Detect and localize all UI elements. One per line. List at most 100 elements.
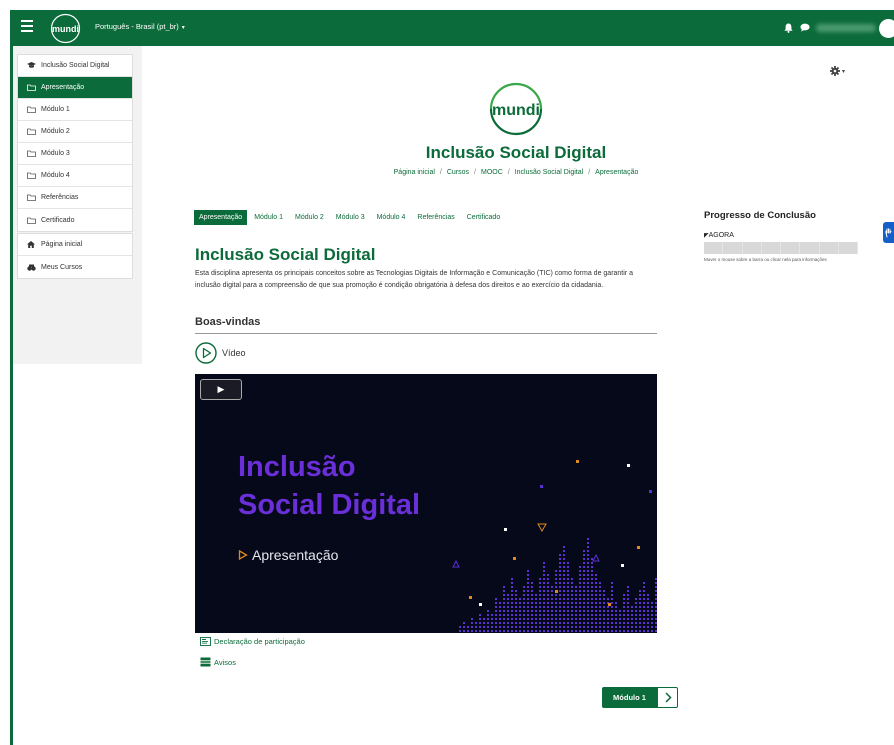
pattern-dot xyxy=(463,630,465,632)
breadcrumb-item-course[interactable]: Inclusão Social Digital xyxy=(515,169,583,176)
tab-modulo-3[interactable]: Módulo 3 xyxy=(331,210,370,225)
link-avisos[interactable]: Avisos xyxy=(200,657,236,667)
pattern-dot xyxy=(547,598,549,600)
pattern-dot xyxy=(655,626,657,628)
progress-segment[interactable] xyxy=(839,242,858,254)
drawer-item-modulo-3[interactable]: Módulo 3 xyxy=(18,143,132,165)
progress-segment[interactable] xyxy=(820,242,839,254)
pattern-dot xyxy=(587,586,589,588)
pattern-dot xyxy=(599,602,601,604)
drawer-item-modulo-4[interactable]: Módulo 4 xyxy=(18,165,132,187)
pattern-dot xyxy=(539,626,541,628)
pattern-dot xyxy=(547,614,549,616)
pattern-dot xyxy=(587,542,589,544)
drawer-item-course[interactable]: Inclusão Social Digital xyxy=(18,55,132,77)
pattern-dot xyxy=(615,602,617,604)
pattern-dot xyxy=(559,598,561,600)
video-player[interactable]: Inclusão Social Digital Apresentação ▶ xyxy=(195,374,657,633)
pattern-dot xyxy=(571,618,573,620)
breadcrumb-item-apresentacao[interactable]: Apresentação xyxy=(595,169,638,176)
hamburger-menu-icon[interactable] xyxy=(21,20,33,34)
pattern-dot xyxy=(511,622,513,624)
pattern-dot xyxy=(535,618,537,620)
pattern-dot xyxy=(643,598,645,600)
drawer-item-meus-cursos[interactable]: Meus Cursos xyxy=(18,256,132,278)
pattern-dot xyxy=(511,602,513,604)
pattern-dot xyxy=(583,614,585,616)
drawer-item-pagina-inicial[interactable]: Página inicial xyxy=(18,234,132,256)
pattern-dot xyxy=(499,618,501,620)
pattern-dot xyxy=(523,626,525,628)
accessibility-widget-button[interactable] xyxy=(883,222,894,243)
pattern-dot xyxy=(515,606,517,608)
pattern-dot xyxy=(547,618,549,620)
pattern-dot xyxy=(631,630,633,632)
drawer-item-certificado[interactable]: Certificado xyxy=(18,209,132,231)
play-button[interactable]: ▶ xyxy=(200,379,242,400)
pattern-dot xyxy=(511,582,513,584)
course-settings-menu[interactable]: ▾ xyxy=(830,66,845,76)
next-section-button[interactable]: Módulo 1 xyxy=(602,687,678,708)
pattern-dot xyxy=(623,626,625,628)
progress-segment[interactable] xyxy=(743,242,762,254)
drawer-item-modulo-1[interactable]: Módulo 1 xyxy=(18,99,132,121)
progress-segment[interactable] xyxy=(762,242,781,254)
mundi-logo-icon[interactable]: mundi xyxy=(50,13,81,44)
language-menu[interactable]: Português - Brasil (pt_br) ▾ xyxy=(95,22,185,31)
tab-referencias[interactable]: Referências xyxy=(412,210,459,225)
breadcrumb-item-cursos[interactable]: Cursos xyxy=(447,169,469,176)
tab-modulo-1[interactable]: Módulo 1 xyxy=(249,210,288,225)
pattern-dot xyxy=(551,622,553,624)
completion-progress-bar[interactable] xyxy=(704,242,858,254)
pattern-accent-dot xyxy=(513,557,516,560)
pattern-dot xyxy=(559,566,561,568)
breadcrumb-item-mooc[interactable]: MOOC xyxy=(481,169,503,176)
drawer-item-referencias[interactable]: Referências xyxy=(18,187,132,209)
pattern-dot xyxy=(655,594,657,596)
pattern-dot xyxy=(555,602,557,604)
pattern-dot xyxy=(467,626,469,628)
pattern-dot xyxy=(583,578,585,580)
pattern-dot xyxy=(515,602,517,604)
pattern-dot xyxy=(639,622,641,624)
pattern-dot xyxy=(611,598,613,600)
pattern-dot xyxy=(559,562,561,564)
pattern-dot xyxy=(647,622,649,624)
pattern-dot xyxy=(587,554,589,556)
tab-modulo-2[interactable]: Módulo 2 xyxy=(290,210,329,225)
pattern-dot xyxy=(623,594,625,596)
progress-segment[interactable] xyxy=(704,242,724,254)
tab-certificado[interactable]: Certificado xyxy=(462,210,505,225)
pattern-dot xyxy=(623,618,625,620)
breadcrumb-item-home[interactable]: Página inicial xyxy=(394,169,435,176)
pattern-dot xyxy=(563,626,565,628)
pattern-dot xyxy=(535,598,537,600)
pattern-dot xyxy=(647,618,649,620)
user-avatar[interactable] xyxy=(879,19,894,38)
pattern-dot xyxy=(595,586,597,588)
pattern-dot xyxy=(587,598,589,600)
chat-bubble-icon[interactable] xyxy=(800,23,810,32)
chevron-right-icon xyxy=(657,687,678,708)
tab-apresentacao[interactable]: Apresentação xyxy=(194,210,248,225)
pattern-dot xyxy=(547,590,549,592)
pattern-dot xyxy=(559,554,561,556)
pattern-dot xyxy=(639,606,641,608)
pattern-dot xyxy=(479,618,481,620)
user-name-blurred[interactable] xyxy=(816,24,876,32)
video-activity-link[interactable]: Vídeo xyxy=(195,342,246,364)
pattern-dot xyxy=(627,602,629,604)
progress-segment[interactable] xyxy=(723,242,743,254)
drawer-item-apresentacao[interactable]: Apresentação xyxy=(18,77,132,99)
link-declaracao-participacao[interactable]: Declaração de participação xyxy=(200,637,305,646)
pattern-dot xyxy=(635,626,637,628)
progress-segment[interactable] xyxy=(781,242,801,254)
progress-segment[interactable] xyxy=(800,242,820,254)
tab-modulo-4[interactable]: Módulo 4 xyxy=(372,210,411,225)
drawer-item-modulo-2[interactable]: Módulo 2 xyxy=(18,121,132,143)
pattern-dot xyxy=(559,630,561,632)
pattern-dot xyxy=(567,566,569,568)
bell-icon[interactable] xyxy=(784,23,793,33)
pattern-dot xyxy=(599,618,601,620)
pattern-dot xyxy=(471,626,473,628)
